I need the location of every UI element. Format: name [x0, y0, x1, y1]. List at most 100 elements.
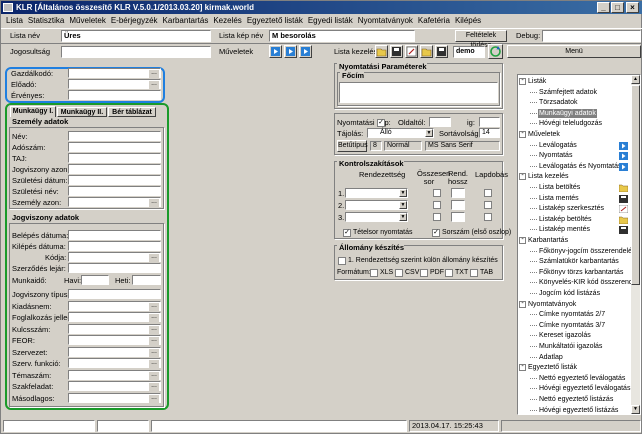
tree-item-24[interactable]: Kereset igazolás: [538, 331, 592, 340]
tree-item-31[interactable]: Hóvégi egyeztető listázás: [538, 406, 619, 414]
jogosultsag-field[interactable]: [61, 46, 211, 58]
scroll-down-button[interactable]: ▼: [631, 405, 640, 414]
tree-item-30[interactable]: Nettó egyeztető listázás: [538, 395, 614, 404]
tree-item-27[interactable]: Egyeztető listák: [527, 363, 578, 372]
sortavolsag-field[interactable]: 14: [479, 128, 500, 138]
edit-icon[interactable]: [405, 45, 418, 58]
tree-item-2[interactable]: Törzsadatok: [538, 98, 579, 107]
menu-item-0[interactable]: Lista: [6, 14, 23, 27]
ervenyes-field[interactable]: [68, 90, 161, 100]
menu-item-2[interactable]: Műveletek: [69, 14, 105, 27]
tree-expander-15[interactable]: -: [519, 236, 526, 244]
focim-field[interactable]: [339, 82, 498, 103]
tree-item-4[interactable]: Hóvégi teleludgozás: [538, 119, 603, 128]
menu-item-4[interactable]: Karbantartás: [163, 14, 209, 27]
ig-field[interactable]: [479, 117, 500, 127]
jogviszony-field-6[interactable]: ...: [68, 358, 161, 368]
tree-item-28[interactable]: Nettó egyeztető leválogatás: [538, 374, 626, 383]
jogviszony-lookup-button-6[interactable]: ...: [149, 359, 159, 368]
tab-munkaugy-1[interactable]: Munkaügy I.: [10, 106, 56, 117]
tree-item-11[interactable]: Lista mentés: [538, 194, 580, 203]
tab-ber-tablazat[interactable]: Bér táblázat: [108, 107, 156, 117]
kontroll-lapdobas-checkbox-2[interactable]: [484, 213, 492, 221]
kontroll-osszesen-checkbox-0[interactable]: [433, 189, 441, 197]
gazdalkodo-lookup-button[interactable]: ...: [149, 69, 159, 78]
menu-item-10[interactable]: Kilépés: [455, 14, 481, 27]
refresh-icon[interactable]: [488, 44, 503, 59]
scroll-up-button[interactable]: ▲: [631, 75, 640, 84]
jogviszony-lookup-button-2[interactable]: ...: [149, 313, 159, 322]
feltetelek-torlese-button[interactable]: Feltételek törlése: [455, 30, 507, 49]
tree-expander-21[interactable]: -: [519, 300, 526, 308]
jogviszony-field-8[interactable]: ...: [68, 381, 161, 391]
kontroll-dropdown-icon-1[interactable]: ▼: [399, 201, 407, 209]
tab-munkaugy-2[interactable]: Munkaügy II.: [57, 107, 107, 117]
format-checkbox-2[interactable]: [420, 269, 428, 277]
tree-expander-27[interactable]: -: [519, 363, 526, 372]
menu-button[interactable]: Menü: [507, 45, 641, 58]
rendezettseg-szerint-checkbox[interactable]: [338, 257, 346, 265]
szemely-field-4[interactable]: [68, 175, 161, 185]
menu-item-7[interactable]: Egyedi listák: [308, 14, 353, 27]
tree-expander-0[interactable]: -: [519, 77, 526, 85]
format-checkbox-3[interactable]: [445, 269, 453, 277]
minimize-button[interactable]: _: [597, 2, 610, 13]
tree-item-13[interactable]: Listakép betöltés: [538, 215, 593, 224]
tree-item-23[interactable]: Címke nyomtatás 3/7: [538, 321, 606, 330]
folder-open-icon[interactable]: [375, 45, 388, 58]
kontroll-lapdobas-checkbox-0[interactable]: [484, 189, 492, 197]
jogviszony-lookup-button-3[interactable]: ...: [149, 325, 159, 334]
tree-item-12[interactable]: Listakép szerkesztés: [538, 204, 605, 213]
folder-open-2-icon[interactable]: [420, 45, 433, 58]
format-checkbox-4[interactable]: [470, 269, 478, 277]
tree-item-7[interactable]: Nyomtatás: [538, 151, 573, 160]
jogviszony-lookup-button-4[interactable]: ...: [149, 336, 159, 345]
levalogatas-nyomtatas-icon[interactable]: [299, 45, 312, 58]
kontroll-osszesen-checkbox-1[interactable]: [433, 201, 441, 209]
oldaltol-field[interactable]: [429, 117, 451, 127]
szemely-field-1[interactable]: [68, 142, 161, 152]
betutipus-button[interactable]: Betűtípus: [337, 140, 368, 152]
kontroll-dropdown-icon-0[interactable]: ▼: [399, 189, 407, 197]
jogviszony-field-3[interactable]: ...: [68, 323, 161, 334]
jogviszony-lookup-button-8[interactable]: ...: [149, 382, 159, 391]
tree-item-1[interactable]: Számfejtett adatok: [538, 88, 598, 97]
jogviszony-field-0[interactable]: [68, 289, 161, 299]
tree-item-8[interactable]: Leválogatás és Nyomtatás: [538, 162, 623, 171]
tree-item-14[interactable]: Listakép mentés: [538, 225, 591, 234]
tree-item-15[interactable]: Karbantartás: [527, 236, 569, 245]
jogviszony-field-4[interactable]: ...: [68, 335, 161, 345]
szemely-azon-lookup-button[interactable]: ...: [149, 198, 159, 207]
tree-item-20[interactable]: Jogcím kód listázás: [538, 289, 601, 298]
szemely-field-6[interactable]: ...: [68, 197, 161, 207]
belepes-field[interactable]: [68, 230, 161, 240]
kontroll-hossz-field-2[interactable]: [451, 212, 465, 222]
szemely-field-2[interactable]: [68, 153, 161, 163]
tree-item-22[interactable]: Címke nyomtatás 2/7: [538, 310, 606, 319]
tree-item-26[interactable]: Adatlap: [538, 353, 564, 362]
eloado-lookup-button[interactable]: ...: [149, 80, 159, 89]
jogviszony-lookup-button-9[interactable]: ...: [149, 394, 159, 403]
szemely-field-0[interactable]: [68, 131, 161, 141]
tree-item-19[interactable]: Könyvelés-KIR kód összerend.: [538, 278, 636, 287]
menu-item-6[interactable]: Egyeztető listák: [247, 14, 303, 27]
kontroll-lapdobas-checkbox-1[interactable]: [484, 201, 492, 209]
jogviszony-lookup-button-1[interactable]: ...: [149, 302, 159, 311]
tree-item-17[interactable]: Számlatükör karbantartás: [538, 257, 620, 266]
listakepnev-field[interactable]: M besorolás: [269, 30, 415, 42]
szerzodes-field[interactable]: [68, 263, 161, 273]
nyomtatas-icon[interactable]: [284, 45, 297, 58]
jogviszony-field-2[interactable]: ...: [68, 312, 161, 322]
szemely-field-5[interactable]: [68, 186, 161, 196]
szemely-field-3[interactable]: [68, 164, 161, 174]
kontroll-hossz-field-0[interactable]: [451, 188, 465, 198]
tree-item-3[interactable]: Munkaügyi adatok: [538, 108, 597, 118]
tree-item-10[interactable]: Lista betöltés: [538, 183, 581, 192]
menu-item-3[interactable]: E-bérjegyzék: [111, 14, 158, 27]
havi-field[interactable]: [81, 275, 109, 285]
kontroll-dropdown-icon-2[interactable]: ▼: [399, 213, 407, 221]
tree-item-5[interactable]: Műveletek: [527, 130, 561, 139]
tree-item-6[interactable]: Leválogatás: [538, 141, 578, 150]
jogviszony-field-1[interactable]: ...: [68, 300, 161, 311]
menu-item-8[interactable]: Nyomtatványok: [358, 14, 413, 27]
